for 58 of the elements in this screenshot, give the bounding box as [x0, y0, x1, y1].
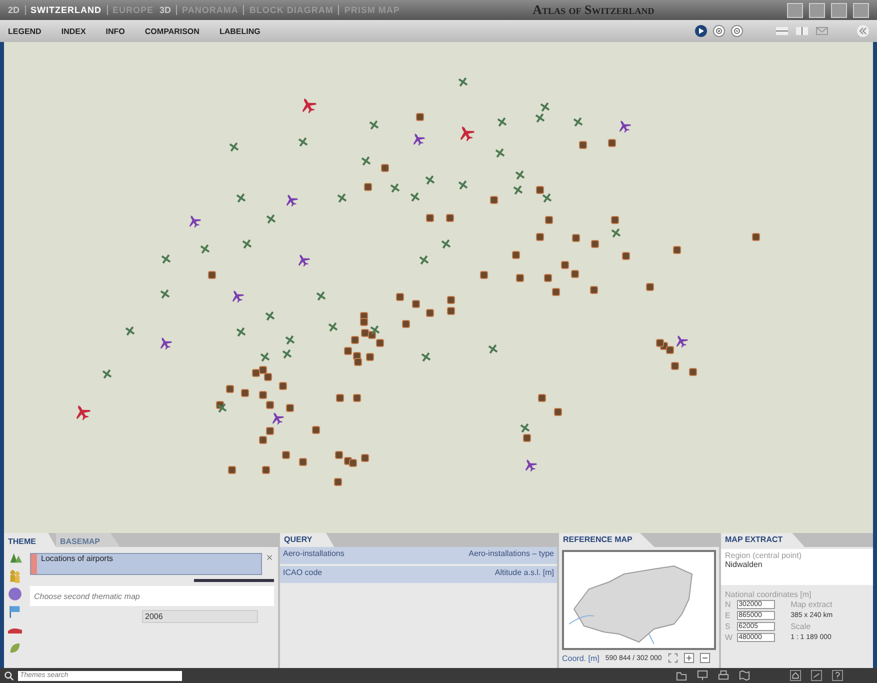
- extract-label: Map extract: [790, 600, 834, 609]
- view-tab[interactable]: SWITZERLAND: [30, 5, 102, 15]
- monitor-icon[interactable]: [697, 670, 708, 681]
- query-label: Aero-installations: [283, 549, 344, 558]
- menu-item[interactable]: INDEX: [61, 26, 86, 36]
- leaf-icon[interactable]: [8, 641, 22, 655]
- region-value: Nidwalden: [725, 560, 764, 569]
- coord-axis: N: [725, 600, 732, 609]
- close-button[interactable]: [853, 2, 869, 18]
- envelope-icon[interactable]: [815, 25, 829, 37]
- minimize-button[interactable]: [787, 2, 803, 18]
- menu-item[interactable]: LEGEND: [8, 26, 42, 36]
- flag-icon[interactable]: [8, 605, 22, 619]
- menu-item[interactable]: COMPARISON: [144, 26, 200, 36]
- theme-layer[interactable]: Locations of airports: [30, 553, 262, 575]
- zoom-out-icon[interactable]: [700, 653, 710, 663]
- coord-label: Coord. [m]: [562, 654, 600, 662]
- menu-item[interactable]: LABELING: [219, 26, 260, 36]
- panel-tab[interactable]: THEME: [4, 533, 56, 547]
- fit-icon[interactable]: [668, 653, 678, 663]
- help-icon[interactable]: [832, 670, 843, 681]
- region-label: Region (central point): [725, 551, 802, 560]
- zoom-in-icon[interactable]: [684, 653, 694, 663]
- coord-axis: S: [725, 622, 732, 631]
- panel-title: REFERENCE MAP: [559, 533, 654, 547]
- printer-icon[interactable]: [718, 670, 729, 681]
- menu-item[interactable]: INFO: [106, 26, 125, 36]
- home-icon[interactable]: [790, 670, 801, 681]
- layer-name: Locations of airports: [41, 554, 114, 563]
- query-value: Aero-installations – type: [468, 549, 554, 558]
- coord-axis: W: [725, 633, 733, 642]
- zoom-out-icon[interactable]: [731, 25, 743, 37]
- zoom-in-icon[interactable]: [713, 25, 725, 37]
- search-icon[interactable]: [4, 670, 14, 680]
- query-label: ICAO code: [283, 568, 322, 577]
- view-group-label: 3D: [160, 5, 172, 15]
- folder-icon[interactable]: [676, 670, 687, 681]
- map-icon[interactable]: [739, 670, 750, 681]
- close-icon[interactable]: [265, 553, 274, 562]
- panel-title: MAP EXTRACT: [721, 533, 805, 547]
- coord-axis: E: [725, 611, 732, 620]
- panel-title: QUERY: [280, 533, 334, 547]
- view-group-label: 2D: [8, 5, 20, 15]
- split-vertical-icon[interactable]: [795, 25, 809, 37]
- year-field[interactable]: 2006: [142, 610, 258, 623]
- second-map-field[interactable]: Choose second thematic map: [30, 586, 274, 606]
- coords-label: National coordinates [m]: [725, 590, 812, 599]
- scale-label: Scale: [790, 622, 812, 631]
- split-horizontal-icon[interactable]: [775, 25, 789, 37]
- window-title: Atlas of Switzerland: [532, 2, 656, 18]
- people-icon[interactable]: [8, 569, 22, 583]
- slider-fill[interactable]: [194, 579, 274, 582]
- forest-icon[interactable]: [8, 551, 22, 565]
- maximize-button[interactable]: [831, 2, 847, 18]
- collapse-icon[interactable]: [857, 25, 869, 37]
- query-value: Altitude a.s.l. [m]: [494, 568, 554, 577]
- restore-button[interactable]: [809, 2, 825, 18]
- pointer-icon[interactable]: [695, 25, 707, 37]
